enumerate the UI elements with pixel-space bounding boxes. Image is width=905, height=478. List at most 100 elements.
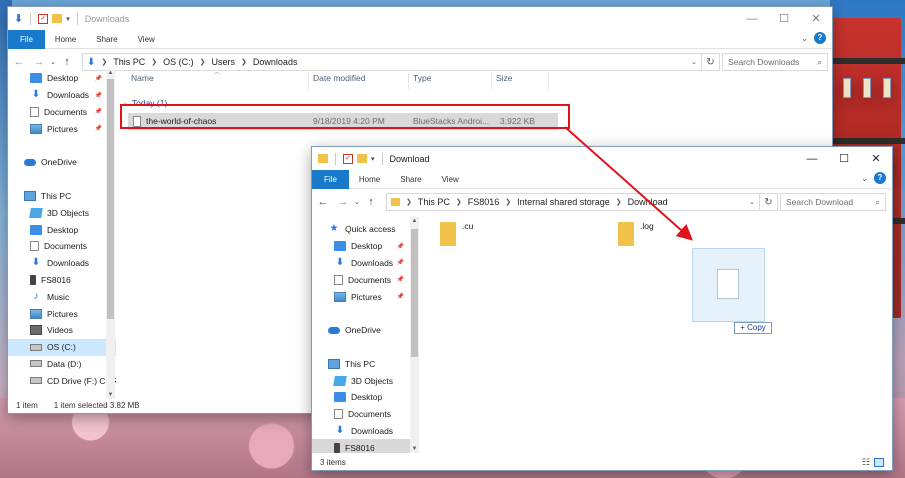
title-bar[interactable]: ⬇ ✓ ▾ Downloads — ☐ ✕ [8, 7, 832, 30]
address-dropdown-icon[interactable]: ⌄ [691, 58, 697, 66]
properties-icon[interactable]: ✓ [343, 153, 353, 164]
column-date-modified[interactable]: Date modified [313, 73, 365, 83]
breadcrumb-os-c[interactable]: OS (C:) [163, 57, 194, 67]
expand-ribbon-icon[interactable]: ⌄ [801, 34, 808, 43]
minimize-button[interactable]: — [796, 147, 828, 170]
qat-dropdown-icon[interactable]: ▾ [66, 15, 70, 23]
breadcrumb-downloads[interactable]: Downloads [253, 57, 298, 67]
address-dropdown-icon[interactable]: ⌄ [749, 198, 755, 206]
nav-item[interactable]: ★ Quick access [312, 221, 418, 238]
tab-home[interactable]: Home [349, 170, 390, 189]
maximize-button[interactable]: ☐ [828, 147, 860, 170]
nav-item[interactable]: FS8016 [8, 272, 116, 289]
nav-item[interactable]: CD Drive (F:) CDR [8, 372, 116, 389]
nav-item[interactable]: 3D Objects [8, 204, 116, 221]
expand-ribbon-icon[interactable]: ⌄ [861, 174, 868, 183]
breadcrumb-this-pc[interactable]: This PC [113, 57, 145, 67]
nav-item[interactable]: ⬇ Downloads 📌 [312, 255, 418, 272]
nav-item[interactable]: OneDrive [8, 154, 116, 171]
chevron-right-icon[interactable]: ❯ [406, 198, 412, 206]
folder-item-log[interactable]: .log [618, 219, 678, 259]
details-view-icon[interactable]: ☷ [862, 457, 870, 468]
nav-item[interactable]: Documents 📌 [312, 271, 418, 288]
breadcrumb-internal-storage[interactable]: Internal shared storage [517, 197, 610, 207]
up-icon[interactable]: ↑ [60, 56, 74, 68]
new-folder-icon[interactable] [357, 154, 367, 163]
nav-item[interactable]: ⬇ Downloads [8, 255, 116, 272]
chevron-right-icon[interactable]: ❯ [151, 58, 157, 66]
recent-locations-icon[interactable]: ⌄ [46, 58, 60, 66]
search-box[interactable]: Search Downloads ⌕ [722, 53, 828, 71]
nav-item[interactable]: Desktop 📌 [312, 238, 418, 255]
tab-view[interactable]: View [432, 170, 469, 189]
nav-item[interactable]: Documents [8, 238, 116, 255]
folder-item-cu[interactable]: .cu [440, 219, 500, 259]
scroll-thumb[interactable] [411, 229, 418, 357]
recent-locations-icon[interactable]: ⌄ [350, 198, 364, 206]
breadcrumb-download[interactable]: Download [628, 197, 668, 207]
nav-item[interactable]: Documents 📌 [8, 104, 116, 121]
scroll-up-icon[interactable]: ▲ [410, 218, 419, 224]
minimize-button[interactable]: — [736, 7, 768, 30]
breadcrumb-users[interactable]: Users [212, 57, 236, 67]
large-icons-view-icon[interactable] [874, 457, 884, 467]
nav-item[interactable]: Pictures 📌 [8, 120, 116, 137]
tab-share[interactable]: Share [86, 30, 127, 49]
nav-item[interactable]: ♪ Music [8, 288, 116, 305]
nav-item[interactable]: This PC [312, 355, 418, 372]
help-icon[interactable]: ? [814, 32, 826, 44]
forward-icon[interactable]: → [336, 196, 350, 208]
chevron-right-icon[interactable]: ❯ [456, 198, 462, 206]
scroll-down-icon[interactable]: ▼ [410, 446, 419, 452]
properties-icon[interactable]: ✓ [38, 13, 49, 24]
address-bar[interactable]: ❯ This PC ❯ FS8016 ❯ Internal shared sto… [386, 193, 760, 211]
breadcrumb-this-pc[interactable]: This PC [418, 197, 450, 207]
tab-share[interactable]: Share [390, 170, 431, 189]
breadcrumb-fs8016[interactable]: FS8016 [468, 197, 500, 207]
chevron-right-icon[interactable]: ❯ [101, 58, 107, 66]
up-icon[interactable]: ↑ [364, 196, 378, 208]
nav-item[interactable]: 3D Objects [312, 372, 418, 389]
title-bar[interactable]: ✓ ▾ Download — ☐ ✕ [312, 147, 892, 170]
scroll-up-icon[interactable]: ▲ [106, 70, 115, 76]
refresh-button[interactable]: ↻ [702, 53, 720, 71]
nav-scrollbar[interactable]: ▲ ▼ [410, 217, 419, 453]
search-box[interactable]: Search Download ⌕ [780, 193, 886, 211]
nav-item[interactable]: Videos [8, 322, 116, 339]
nav-item[interactable]: ⬇ Downloads [312, 423, 418, 440]
maximize-button[interactable]: ☐ [768, 7, 800, 30]
nav-item[interactable]: Data (D:) [8, 356, 116, 373]
column-name[interactable]: Name [131, 73, 154, 83]
nav-scrollbar[interactable]: ▲ ▼ [106, 69, 115, 399]
chevron-right-icon[interactable]: ❯ [616, 198, 622, 206]
scroll-thumb[interactable] [107, 79, 114, 319]
nav-item[interactable]: ⬇ Downloads 📌 [8, 87, 116, 104]
nav-item[interactable]: Documents [312, 406, 418, 423]
nav-item[interactable]: This PC [8, 188, 116, 205]
address-bar[interactable]: ⬇ ❯ This PC ❯ OS (C:) ❯ Users ❯ Download… [82, 53, 702, 71]
tab-home[interactable]: Home [45, 30, 86, 49]
nav-item[interactable]: Desktop [8, 221, 116, 238]
nav-item[interactable]: Desktop 📌 [8, 70, 116, 87]
tab-file[interactable]: File [312, 169, 349, 189]
nav-item[interactable]: Desktop [312, 389, 418, 406]
qat-dropdown-icon[interactable]: ▾ [371, 155, 375, 163]
chevron-right-icon[interactable]: ❯ [200, 58, 206, 66]
tab-file[interactable]: File [8, 29, 45, 49]
nav-item[interactable]: OS (C:) [8, 338, 116, 356]
close-button[interactable]: ✕ [800, 7, 832, 30]
nav-item[interactable]: OneDrive [312, 322, 418, 339]
chevron-right-icon[interactable]: ❯ [241, 58, 247, 66]
column-size[interactable]: Size [496, 73, 513, 83]
help-icon[interactable]: ? [874, 172, 886, 184]
new-folder-icon[interactable] [52, 14, 63, 23]
close-button[interactable]: ✕ [860, 147, 892, 170]
back-icon[interactable]: ← [316, 196, 330, 208]
tab-view[interactable]: View [128, 30, 165, 49]
refresh-button[interactable]: ↻ [760, 193, 778, 211]
back-icon[interactable]: ← [12, 56, 26, 68]
nav-item[interactable]: FS8016 [312, 439, 418, 453]
nav-item[interactable]: Pictures 📌 [312, 288, 418, 305]
nav-item[interactable]: Pictures [8, 305, 116, 322]
forward-icon[interactable]: → [32, 56, 46, 68]
